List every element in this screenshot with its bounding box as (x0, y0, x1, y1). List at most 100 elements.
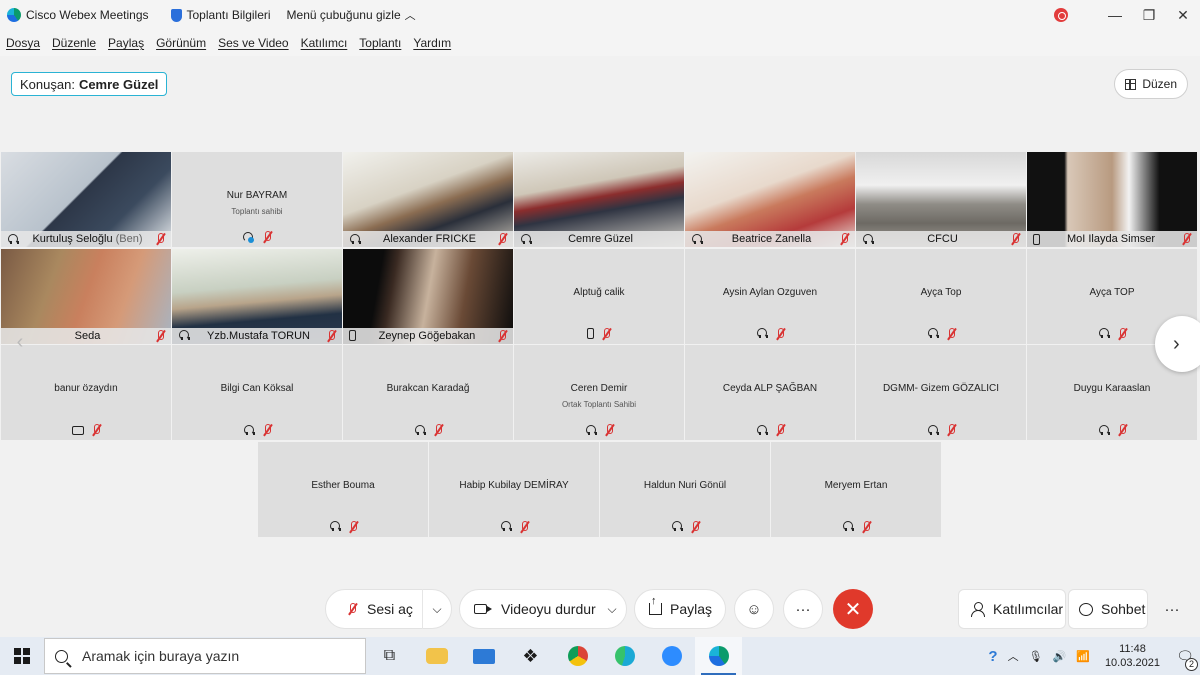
taskbar-search-input[interactable]: Aramak için buraya yazın (44, 638, 366, 674)
participant-tile[interactable]: Yzb.Mustafa TORUN (172, 248, 342, 344)
system-tray: ? ︿ 🎙 🔊 📶 11:48 10.03.2021 🗨 2 (983, 637, 1200, 675)
participants-button[interactable]: Katılımcılar (958, 589, 1066, 629)
webex-app[interactable] (695, 637, 742, 675)
menu-gorunum[interactable]: Görünüm (156, 36, 206, 50)
edge-app[interactable] (601, 637, 648, 675)
participant-tile[interactable]: Ceyda ALP ŞAĞBAN (685, 345, 855, 440)
close-button[interactable]: ✕ (1166, 7, 1200, 24)
end-meeting-button[interactable]: ✕ (833, 589, 873, 629)
participant-tile[interactable]: Meryem Ertan (771, 441, 941, 537)
participant-tile[interactable]: CFCU (856, 152, 1026, 247)
participant-name: Alptuğ calik (573, 286, 625, 298)
more-options-button[interactable]: ··· (783, 589, 823, 629)
mic-muted-icon (156, 329, 165, 342)
file-explorer-app[interactable] (413, 637, 460, 675)
task-view-button[interactable]: ⧉ (366, 637, 413, 675)
participant-tile[interactable]: Zeynep Göğebakan (343, 248, 513, 344)
mic-muted-icon (862, 520, 871, 533)
prev-page-chevron-icon[interactable]: ‹ (6, 328, 34, 356)
menu-paylas[interactable]: Paylaş (108, 36, 144, 50)
meeting-info-button[interactable]: Toplantı Bilgileri (170, 8, 271, 22)
wifi-icon[interactable]: 📶 (1076, 650, 1090, 663)
participant-status-icons (856, 327, 1026, 340)
participant-name-bar: CFCU (856, 231, 1026, 247)
restore-button[interactable]: ❐ (1132, 7, 1166, 24)
headset-icon (691, 233, 703, 245)
participant-tile[interactable]: Kurtuluş Seloğlu (Ben) (1, 152, 171, 247)
participant-tile[interactable]: Aysin Aylan Ozguven (685, 248, 855, 344)
chat-button[interactable]: Sohbet (1068, 589, 1148, 629)
participant-tile[interactable]: Habip Kubilay DEMİRAY (429, 441, 599, 537)
audio-options-chevron-icon[interactable]: ⌵ (423, 602, 451, 617)
panel-more-button[interactable]: ··· (1152, 589, 1192, 629)
zoom-app[interactable] (648, 637, 695, 675)
mobile-phone-icon (587, 328, 594, 339)
app-title: Cisco Webex Meetings (26, 8, 149, 22)
participant-name-text: CFCU (927, 233, 958, 245)
mic-muted-icon (520, 520, 529, 533)
mic-muted-icon (605, 424, 614, 436)
notification-button[interactable]: 🗨 2 (1170, 648, 1200, 671)
menu-toplanti[interactable]: Toplantı (359, 36, 401, 50)
participant-tile[interactable]: Ceren Demir Ortak Toplantı Sahibi (514, 345, 684, 440)
screen-device-icon (71, 425, 84, 435)
participant-tile[interactable]: Nur BAYRAM Toplantı sahibi (172, 152, 342, 247)
participant-tile[interactable]: Beatrice Zanella (685, 152, 855, 247)
next-page-chevron-icon[interactable]: › (1155, 316, 1200, 372)
start-button[interactable] (0, 637, 44, 675)
menu-yardim[interactable]: Yardım (413, 36, 451, 50)
participant-tile[interactable]: DGMM- Gizem GÖZALICI (856, 345, 1026, 440)
participant-status-icons (1027, 424, 1197, 436)
dropbox-app[interactable]: ❖ (507, 637, 554, 675)
participant-status-icons (771, 520, 941, 533)
participant-name: Ceren Demir (570, 383, 628, 394)
chat-label: Sohbet (1101, 601, 1146, 617)
menu-dosya[interactable]: Dosya (6, 36, 40, 50)
close-icon: ✕ (844, 598, 862, 621)
participant-tile[interactable]: Cemre Güzel (514, 152, 684, 247)
stop-video-button[interactable]: Videoyu durdur ⌵ (459, 589, 627, 629)
help-icon[interactable]: ? (988, 648, 997, 665)
layout-button[interactable]: Düzen (1114, 69, 1188, 99)
mic-status (1011, 233, 1020, 245)
participant-status-icons (172, 424, 342, 436)
headset-icon (1098, 424, 1110, 436)
mic-muted-icon (840, 233, 849, 245)
participant-tile[interactable]: Alexander FRICKE (343, 152, 513, 247)
audio-status (349, 330, 356, 341)
participant-status-icons (514, 424, 684, 436)
menu-katilimci[interactable]: Katılımcı (301, 36, 348, 50)
participant-tile[interactable]: MoI Ilayda Simser (1027, 152, 1197, 247)
menu-duzenle[interactable]: Düzenle (52, 36, 96, 50)
video-options-chevron-icon[interactable]: ⌵ (598, 602, 626, 617)
headset-icon (7, 233, 19, 245)
participant-tile[interactable]: Ayça Top (856, 248, 1026, 344)
person-icon (971, 602, 985, 617)
chrome-app[interactable] (554, 637, 601, 675)
minimize-button[interactable]: — (1098, 7, 1132, 23)
chevron-up-icon[interactable]: ︿ (1008, 648, 1019, 664)
mic-status (840, 233, 849, 245)
share-button[interactable]: Paylaş (634, 589, 726, 629)
share-icon (649, 595, 662, 615)
participant-tile[interactable]: Burakcan Karadağ (343, 345, 513, 440)
record-icon[interactable] (1054, 8, 1068, 22)
participant-tile[interactable]: Alptuğ calik (514, 248, 684, 344)
shield-icon (170, 8, 182, 22)
participant-tile[interactable]: Bilgi Can Köksal (172, 345, 342, 440)
taskbar-clock[interactable]: 11:48 10.03.2021 (1105, 642, 1160, 670)
menu-ses-ve-video[interactable]: Ses ve Video (218, 36, 289, 50)
hide-menu-button[interactable]: Menü çubuğunu gizle ︿ (287, 7, 416, 23)
reactions-button[interactable]: ☺ (734, 589, 774, 629)
speaker-icon[interactable]: 🔊 (1053, 650, 1067, 663)
mail-app[interactable] (460, 637, 507, 675)
participant-tile[interactable]: banur özaydın (1, 345, 171, 440)
mic-muted-icon (1011, 233, 1020, 245)
mic-off-icon (348, 603, 357, 615)
headset-icon (862, 233, 874, 245)
participant-tile[interactable]: Haldun Nuri Gönül (600, 441, 770, 537)
participant-tile[interactable]: Esther Bouma (258, 441, 428, 537)
share-label: Paylaş (670, 601, 713, 617)
unmute-button[interactable]: Sesi aç ⌵ (325, 589, 452, 629)
microphone-icon[interactable]: 🎙 (1029, 650, 1043, 663)
